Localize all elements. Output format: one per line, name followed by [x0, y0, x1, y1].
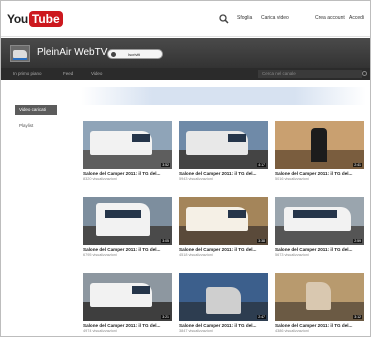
sign-in-link[interactable]: Accedi — [349, 15, 364, 21]
channel-search-placeholder: Cerca nel canale — [262, 71, 296, 76]
video-views: 8320 visualizzazioni — [83, 177, 117, 181]
video-card[interactable]: 2:41 Salone del Camper 2011: il TG del..… — [275, 121, 364, 181]
video-title[interactable]: Salone del Camper 2011: il TG del... — [179, 171, 268, 176]
channel-search-input[interactable]: Cerca nel canale — [258, 70, 362, 78]
video-card[interactable]: 3:21 Salone del Camper 2011: il TG del..… — [83, 273, 172, 333]
video-thumbnail[interactable]: 2:41 — [275, 121, 364, 169]
video-title[interactable]: Salone del Camper 2011: il TG del... — [83, 323, 172, 328]
logo-you-text: You — [7, 12, 28, 26]
tab-feed[interactable]: Feed — [63, 71, 73, 76]
subscribe-icon — [111, 52, 116, 57]
video-title[interactable]: Salone del Camper 2011: il TG del... — [83, 171, 172, 176]
logo-tube-text: Tube — [28, 11, 63, 27]
video-thumbnail[interactable]: 2:47 — [179, 273, 268, 321]
video-views: 4974 visualizzazioni — [83, 329, 117, 333]
subscribe-button[interactable]: Iscriviti — [107, 49, 163, 59]
sidebar-item-label: Video caricati — [19, 107, 46, 112]
video-card[interactable]: 4:17 Salone del Camper 2011: il TG del..… — [179, 121, 268, 181]
video-card[interactable]: 3:12 Salone del Camper 2011: il TG del..… — [275, 273, 364, 333]
video-views: 5673 visualizzazioni — [275, 253, 309, 257]
channel-header: PleinAir WebTV Iscriviti — [1, 38, 370, 68]
video-card[interactable]: 2:47 Salone del Camper 2011: il TG del..… — [179, 273, 268, 333]
video-views: 3847 visualizzazioni — [179, 329, 213, 333]
video-thumbnail[interactable]: 3:05 — [83, 197, 172, 245]
tab-videos[interactable]: Video — [91, 71, 102, 76]
video-thumbnail[interactable]: 3:38 — [179, 197, 268, 245]
channel-banner — [81, 87, 366, 105]
video-views: 5943 visualizzazioni — [179, 177, 213, 181]
video-thumbnail[interactable]: 3:52 — [83, 121, 172, 169]
top-bar: You Tube Sfoglia Carica video Crea accou… — [1, 1, 370, 37]
create-account-link[interactable]: Crea account — [315, 15, 345, 21]
youtube-channel-page: You Tube Sfoglia Carica video Crea accou… — [0, 0, 371, 337]
video-thumbnail[interactable]: 2:59 — [275, 197, 364, 245]
sidebar-item-playlist[interactable]: Playlist — [19, 123, 33, 128]
channel-title: PleinAir WebTV — [37, 47, 108, 58]
browse-link[interactable]: Sfoglia — [237, 15, 252, 21]
video-card[interactable]: 3:05 Salone del Camper 2011: il TG del..… — [83, 197, 172, 257]
channel-search-icon[interactable] — [362, 71, 367, 76]
video-title[interactable]: Salone del Camper 2011: il TG del... — [275, 171, 364, 176]
sidebar-item-uploaded-videos[interactable]: Video caricati — [15, 105, 57, 115]
video-views: 6795 visualizzazioni — [83, 253, 117, 257]
upload-link[interactable]: Carica video — [261, 15, 289, 21]
tab-featured[interactable]: In primo piano — [13, 71, 42, 76]
video-views: 4386 visualizzazioni — [275, 329, 309, 333]
video-card[interactable]: 3:52 Salone del Camper 2011: il TG del..… — [83, 121, 172, 181]
search-icon[interactable] — [219, 14, 229, 24]
channel-avatar[interactable] — [10, 45, 30, 62]
video-thumbnail[interactable]: 4:17 — [179, 121, 268, 169]
video-title[interactable]: Salone del Camper 2011: il TG del... — [83, 247, 172, 252]
video-thumbnail[interactable]: 3:12 — [275, 273, 364, 321]
channel-nav: In primo piano Feed Video Cerca nel cana… — [1, 68, 370, 80]
video-title[interactable]: Salone del Camper 2011: il TG del... — [275, 323, 364, 328]
video-card[interactable]: 2:59 Salone del Camper 2011: il TG del..… — [275, 197, 364, 257]
video-views: 5016 visualizzazioni — [275, 177, 309, 181]
video-title[interactable]: Salone del Camper 2011: il TG del... — [179, 247, 268, 252]
video-card[interactable]: 3:38 Salone del Camper 2011: il TG del..… — [179, 197, 268, 257]
video-title[interactable]: Salone del Camper 2011: il TG del... — [179, 323, 268, 328]
video-views: 4518 visualizzazioni — [179, 253, 213, 257]
youtube-logo[interactable]: You Tube — [7, 9, 63, 29]
subscribe-label: Iscriviti — [128, 52, 141, 57]
video-thumbnail[interactable]: 3:21 — [83, 273, 172, 321]
video-title[interactable]: Salone del Camper 2011: il TG del... — [275, 247, 364, 252]
